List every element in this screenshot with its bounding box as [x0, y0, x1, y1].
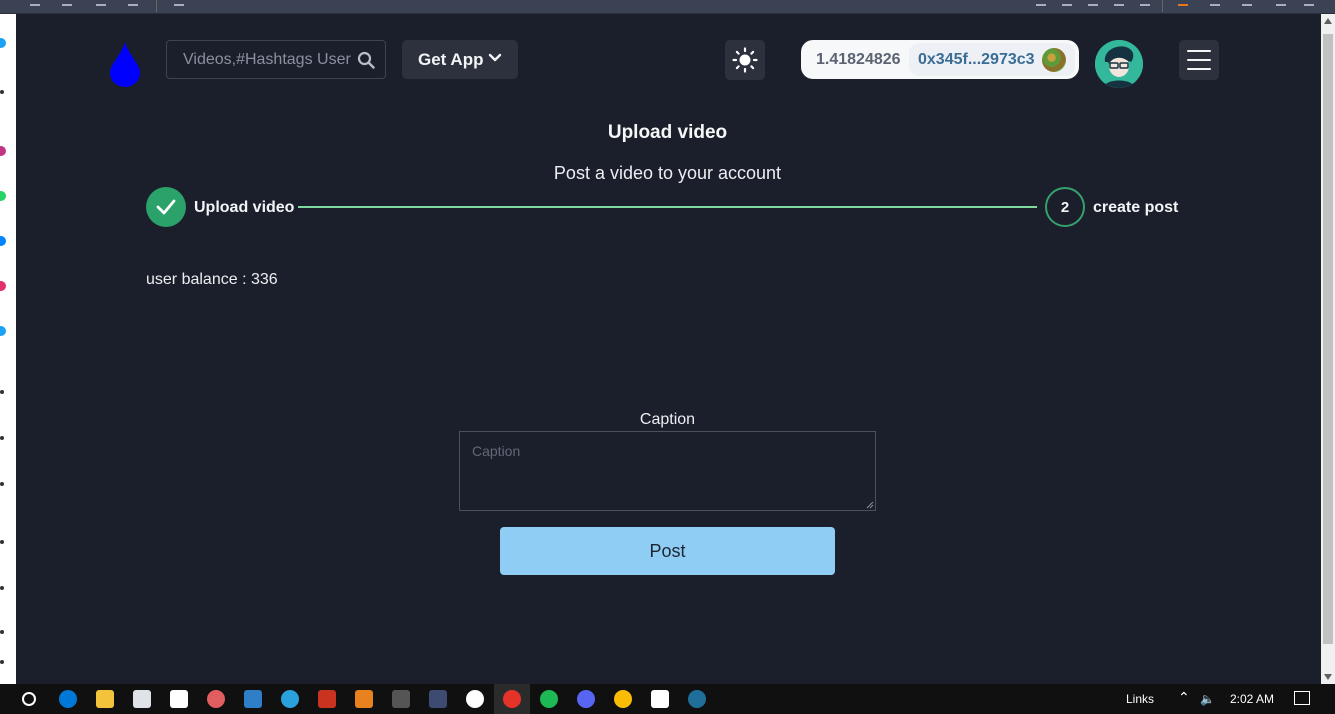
terminal-icon[interactable]: [392, 690, 410, 708]
avatar[interactable]: [1095, 40, 1143, 88]
post-button[interactable]: Post: [500, 527, 835, 575]
dock-app-icon[interactable]: [0, 191, 6, 201]
get-app-label: Get App: [418, 49, 484, 69]
dock-app-icon[interactable]: [0, 390, 4, 394]
settings-icon[interactable]: [1210, 0, 1220, 6]
step-2-label: create post: [1093, 199, 1179, 216]
notification-icon[interactable]: [1294, 691, 1310, 705]
profile-icon[interactable]: [1242, 0, 1252, 6]
hamburger-icon: [1187, 50, 1211, 52]
edge-icon[interactable]: [59, 690, 77, 708]
close-window-icon[interactable]: [1304, 0, 1314, 6]
mail-icon[interactable]: [170, 690, 188, 708]
dock-app-icon[interactable]: [0, 146, 6, 156]
identicon-icon: [1042, 48, 1066, 72]
telegram-icon[interactable]: [281, 690, 299, 708]
forward-icon[interactable]: [62, 0, 72, 6]
presentation-icon[interactable]: [318, 690, 336, 708]
caption-label: Caption: [639, 411, 696, 428]
heart-icon[interactable]: [1140, 0, 1150, 6]
check-icon: [156, 199, 176, 215]
dock-more-icon[interactable]: [0, 660, 4, 664]
page-title: Upload video: [607, 122, 728, 143]
page-scrollbar[interactable]: [1321, 14, 1335, 684]
chevron-down-icon: [488, 53, 502, 62]
dock-app-icon[interactable]: [0, 540, 4, 544]
collections-icon[interactable]: [1062, 0, 1072, 6]
reload-icon[interactable]: [96, 0, 106, 6]
browser-toolbar: [0, 0, 1335, 14]
spotify-icon[interactable]: [540, 690, 558, 708]
dock-app-icon[interactable]: [0, 482, 4, 486]
vscode-icon[interactable]: [244, 690, 262, 708]
media-icon[interactable]: [688, 690, 706, 708]
clapper-icon[interactable]: [651, 690, 669, 708]
dock-app-icon[interactable]: [0, 236, 6, 246]
chrome-icon[interactable]: [614, 690, 632, 708]
dock-app-icon[interactable]: [0, 630, 4, 634]
dock-app-icon[interactable]: [0, 38, 6, 48]
back-icon[interactable]: [30, 0, 40, 6]
opera-icon[interactable]: [503, 690, 521, 708]
scroll-down-icon[interactable]: [1324, 674, 1332, 680]
side-dock: [0, 14, 16, 684]
step-2-number: 2: [1060, 198, 1070, 216]
paint-icon[interactable]: [207, 690, 225, 708]
chevron-up-icon[interactable]: ⌃: [1178, 689, 1190, 706]
metamask-icon[interactable]: [1178, 0, 1188, 6]
hamburger-icon: [1187, 59, 1211, 61]
user-balance: user balance : 336: [146, 271, 278, 288]
bookmark-icon[interactable]: [1036, 0, 1046, 6]
step-1-label: Upload video: [194, 199, 295, 216]
store-icon[interactable]: [133, 690, 151, 708]
dev-tool-icon[interactable]: [429, 690, 447, 708]
search-icon[interactable]: [357, 51, 375, 69]
logo-drop-icon[interactable]: [110, 40, 140, 88]
dock-divider-icon: [0, 90, 4, 94]
wallet-pill[interactable]: 1.41824826 0x345f...2973c3: [801, 40, 1079, 79]
theme-toggle-button[interactable]: [725, 40, 765, 80]
wallet-address: 0x345f...2973c3: [918, 51, 1035, 68]
links-toolbar[interactable]: Links: [1126, 692, 1154, 706]
toolbar-divider: [1162, 0, 1163, 12]
volume-icon[interactable]: 🔈: [1200, 692, 1215, 706]
get-app-button[interactable]: Get App: [402, 40, 518, 79]
minimize-icon[interactable]: [1276, 0, 1286, 6]
extension-icon[interactable]: [1088, 0, 1098, 6]
resize-handle-icon[interactable]: [866, 501, 874, 509]
send-icon[interactable]: [1114, 0, 1124, 6]
tabs-icon[interactable]: [128, 0, 138, 6]
menu-button[interactable]: [1179, 40, 1219, 80]
clock[interactable]: 2:02 AM: [1230, 692, 1274, 706]
search-circle-icon[interactable]: [22, 692, 36, 706]
dock-app-icon[interactable]: [0, 326, 6, 336]
stepper-connector: [298, 206, 1037, 208]
sublime-icon[interactable]: [355, 690, 373, 708]
search-input[interactable]: [167, 41, 352, 78]
dock-app-icon[interactable]: [0, 436, 4, 440]
page-subtitle: Post a video to your account: [553, 163, 782, 183]
step-2-indicator: 2: [1045, 187, 1085, 227]
user-avatar-icon: [1095, 40, 1143, 88]
dock-app-icon[interactable]: [0, 281, 6, 291]
dock-app-icon[interactable]: [0, 586, 4, 590]
wallet-balance: 1.41824826: [816, 51, 901, 68]
scroll-up-icon[interactable]: [1324, 18, 1332, 24]
toolbar-divider: [156, 0, 157, 12]
discord-icon[interactable]: [577, 690, 595, 708]
site-info-icon[interactable]: [174, 0, 184, 6]
hamburger-icon: [1187, 68, 1211, 70]
wallet-address-pill[interactable]: 0x345f...2973c3: [909, 43, 1075, 76]
file-explorer-icon[interactable]: [96, 690, 114, 708]
caption-textarea[interactable]: [459, 431, 876, 511]
sun-icon: [732, 47, 758, 73]
taskbar: Links ⌃ 🔈 2:02 AM: [0, 684, 1335, 714]
search-box: [166, 40, 386, 79]
step-1-indicator: [146, 187, 186, 227]
settings-gear-icon[interactable]: [466, 690, 484, 708]
